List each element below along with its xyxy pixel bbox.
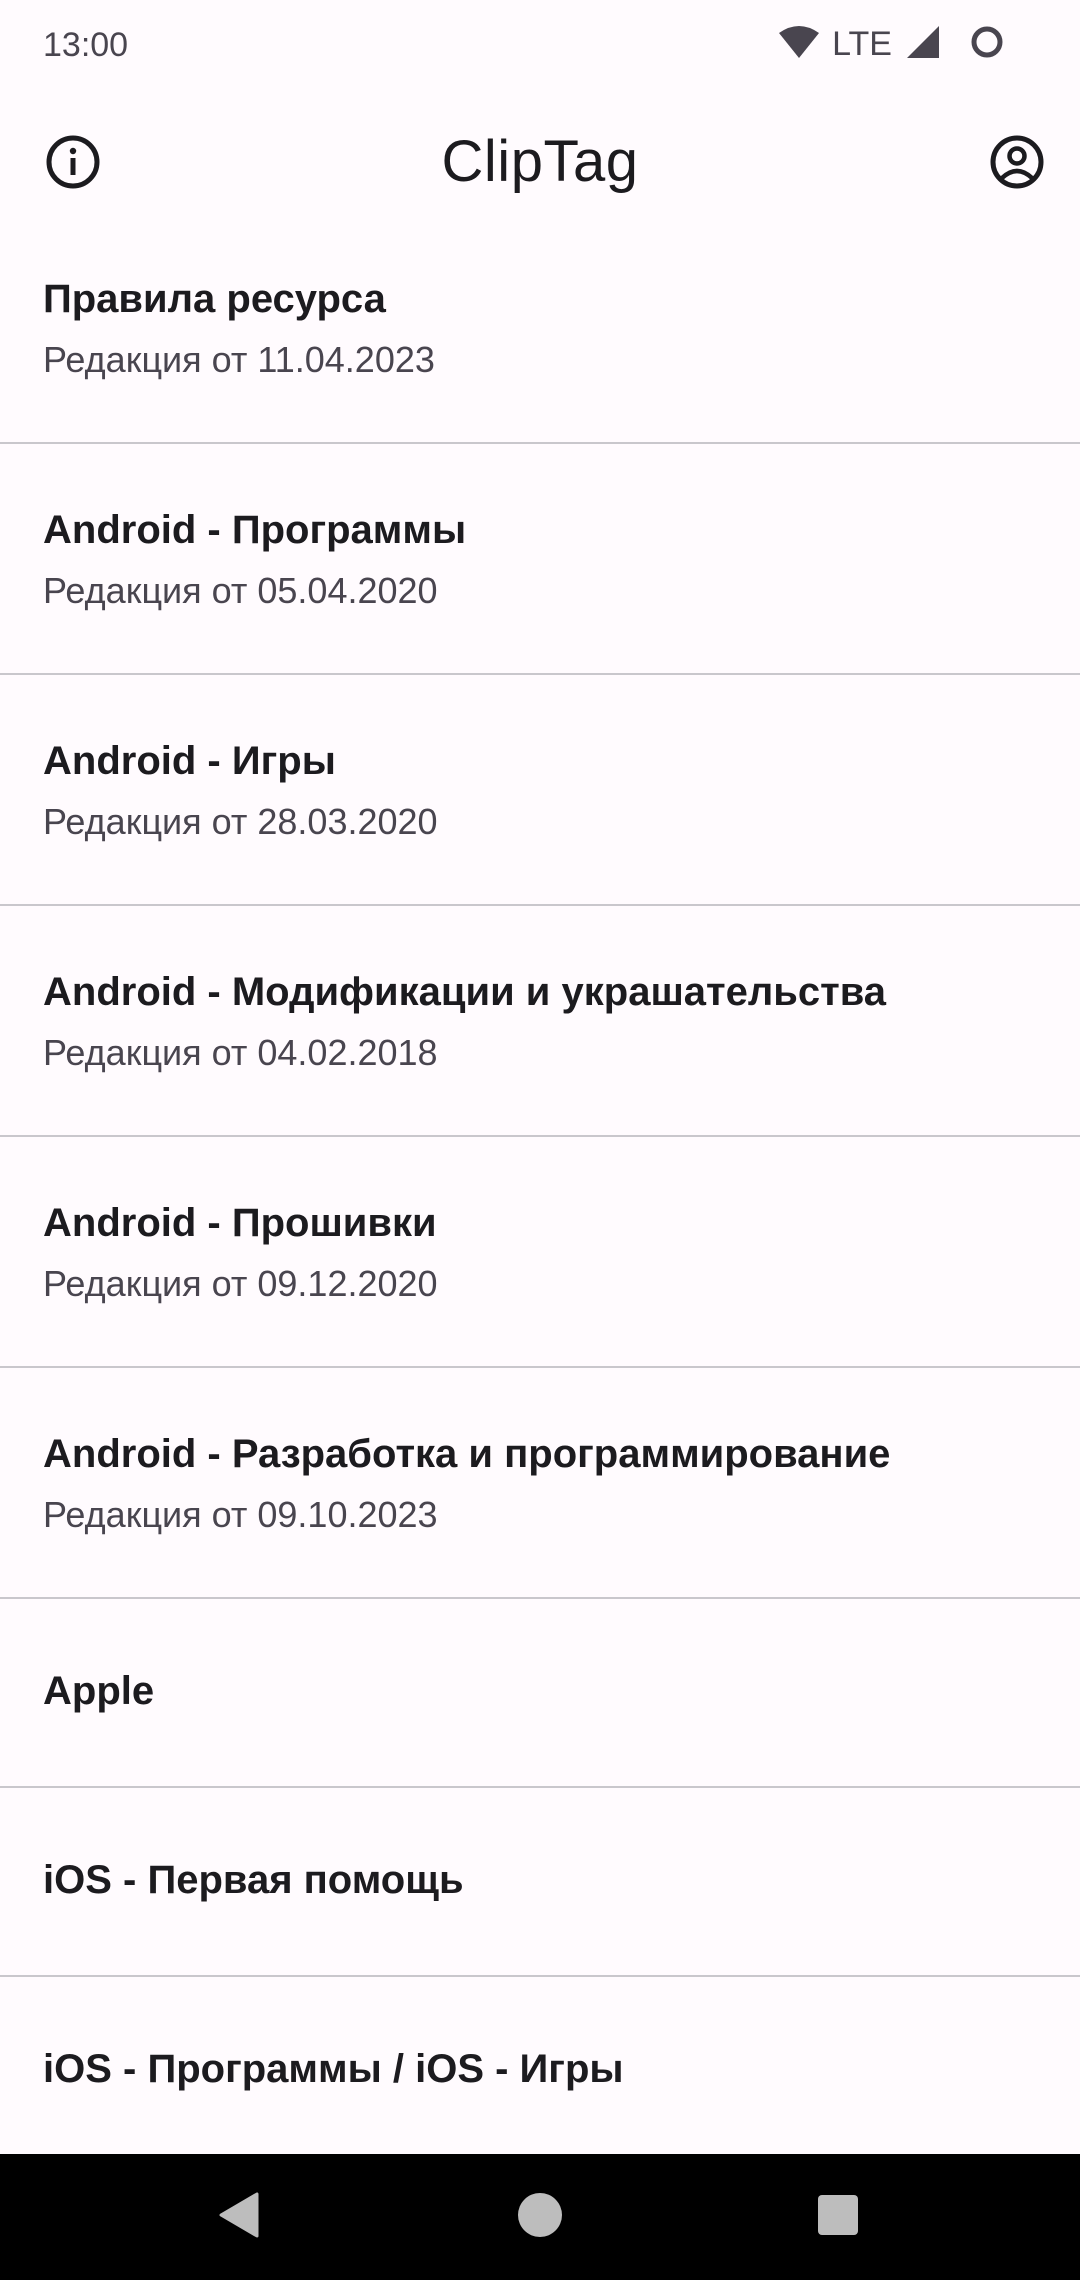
wifi-icon	[778, 25, 820, 64]
list-item-subtitle: Редакция от 04.02.2018	[43, 1032, 438, 1073]
list-item-subtitle: Редакция от 09.12.2020	[43, 1263, 438, 1304]
list-item-title: Android - Игры	[43, 739, 336, 783]
battery-icon	[970, 25, 1004, 64]
list-item[interactable]: iOS - Программы / iOS - Игры	[0, 1977, 1080, 2166]
cell-signal-icon	[906, 25, 940, 64]
status-time: 13:00	[43, 26, 129, 64]
system-nav-bar	[0, 2154, 1080, 2280]
list-item-title: Android - Разработка и программирование	[43, 1432, 891, 1476]
top-app-bar: ClipTag	[0, 100, 1080, 228]
status-icons: LTE	[778, 22, 1004, 66]
account-button[interactable]	[982, 129, 1052, 199]
back-button[interactable]	[210, 2187, 270, 2247]
list-item-subtitle: Редакция от 11.04.2023	[43, 339, 435, 380]
list-item-title: Android - Модификации и украшательства	[43, 970, 887, 1014]
list-item-title: Apple	[43, 1669, 155, 1713]
network-type: LTE	[832, 24, 892, 63]
account-icon	[989, 134, 1045, 195]
list-item[interactable]: Android - Модификации и украшательства Р…	[0, 906, 1080, 1137]
rules-list: Правила ресурса Редакция от 11.04.2023 A…	[0, 213, 1080, 2166]
recents-button[interactable]	[808, 2187, 868, 2247]
list-item[interactable]: Android - Программы Редакция от 05.04.20…	[0, 444, 1080, 675]
home-icon	[516, 2191, 564, 2244]
status-bar: 13:00 LTE	[0, 0, 1080, 92]
home-button[interactable]	[510, 2187, 570, 2247]
list-item[interactable]: iOS - Первая помощь	[0, 1788, 1080, 1977]
list-item[interactable]: Правила ресурса Редакция от 11.04.2023	[0, 213, 1080, 444]
list-item-title: Android - Программы	[43, 508, 467, 552]
list-item-subtitle: Редакция от 05.04.2020	[43, 570, 438, 611]
list-item-title: Правила ресурса	[43, 277, 386, 321]
list-item-subtitle: Редакция от 28.03.2020	[43, 801, 438, 842]
list-item[interactable]: Apple	[0, 1599, 1080, 1788]
list-item[interactable]: Android - Игры Редакция от 28.03.2020	[0, 675, 1080, 906]
list-item-subtitle: Редакция от 09.10.2023	[43, 1494, 438, 1535]
list-item-title: iOS - Программы / iOS - Игры	[43, 2047, 624, 2091]
list-item[interactable]: Android - Разработка и программирование …	[0, 1368, 1080, 1599]
back-icon	[217, 2192, 263, 2243]
list-item-title: Android - Прошивки	[43, 1201, 437, 1245]
list-item-title: iOS - Первая помощь	[43, 1858, 464, 1902]
recents-icon	[817, 2194, 859, 2241]
list-item[interactable]: Android - Прошивки Редакция от 09.12.202…	[0, 1137, 1080, 1368]
app-title: ClipTag	[441, 129, 639, 194]
